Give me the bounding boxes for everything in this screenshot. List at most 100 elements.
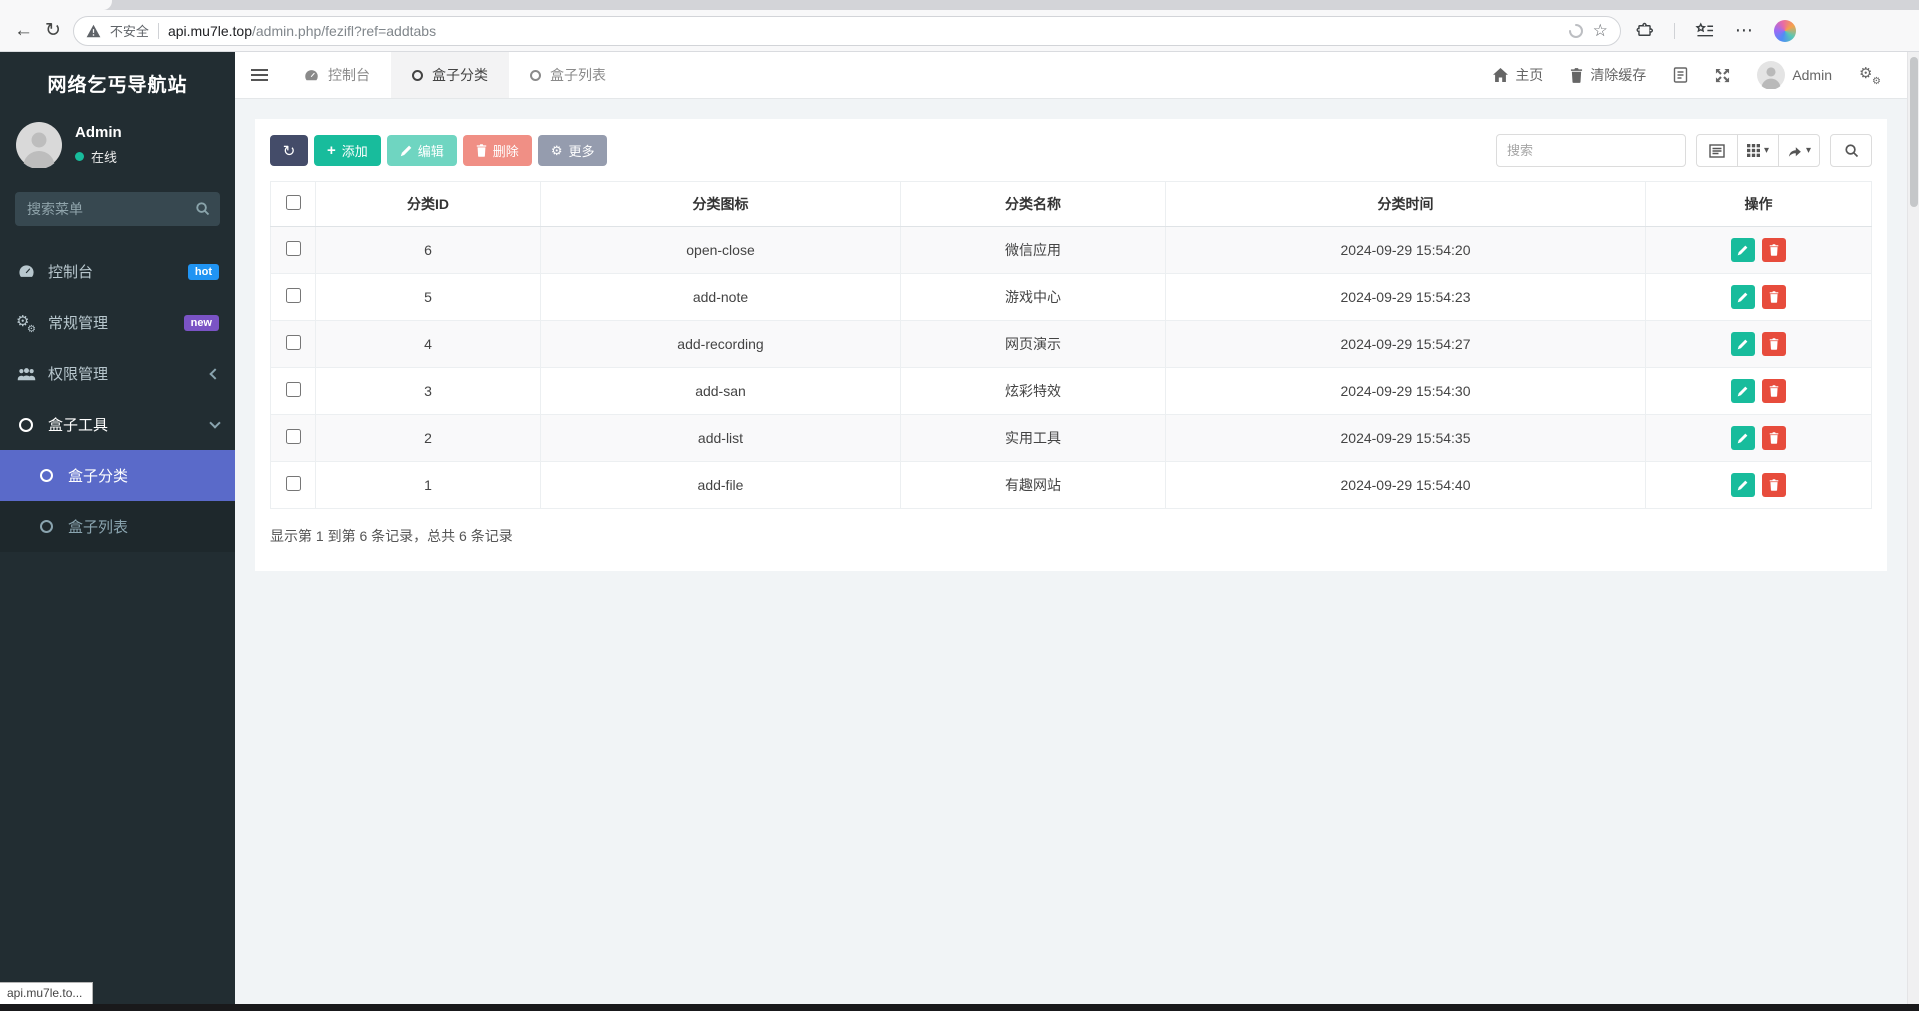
back-icon[interactable]: ← bbox=[14, 21, 33, 40]
row-delete-button[interactable] bbox=[1762, 285, 1786, 309]
more-button[interactable]: ⚙更多 bbox=[538, 135, 608, 166]
row-edit-button[interactable] bbox=[1731, 332, 1755, 356]
warning-icon bbox=[86, 24, 101, 38]
sidebar-item-auth[interactable]: 权限管理 bbox=[0, 348, 235, 399]
export-button[interactable]: ▾ bbox=[1778, 134, 1820, 167]
columns-button[interactable]: ▾ bbox=[1737, 134, 1779, 167]
row-edit-button[interactable] bbox=[1731, 473, 1755, 497]
cell-name: 有趣网站 bbox=[1005, 477, 1061, 493]
panel: ↻ +添加 编辑 删除 ⚙更多 ▾ ▾ bbox=[255, 119, 1887, 571]
clear-cache-label: 清除缓存 bbox=[1590, 65, 1646, 85]
language-doc-icon[interactable] bbox=[1673, 67, 1688, 83]
row-checkbox[interactable] bbox=[286, 335, 301, 350]
tab-box-category[interactable]: 盒子分类 bbox=[391, 52, 509, 98]
delete-label: 删除 bbox=[493, 141, 519, 160]
row-delete-button[interactable] bbox=[1762, 473, 1786, 497]
sidebar-item-dashboard[interactable]: 控制台 hot bbox=[0, 246, 235, 297]
security-label[interactable]: 不安全 bbox=[110, 21, 149, 40]
sidebar-item-box-list[interactable]: 盒子列表 bbox=[0, 501, 235, 552]
tab-box-list[interactable]: 盒子列表 bbox=[509, 52, 627, 98]
col-header-time: 分类时间 bbox=[1378, 196, 1434, 212]
trash-icon bbox=[1769, 385, 1779, 397]
home-icon bbox=[1493, 68, 1508, 82]
row-delete-button[interactable] bbox=[1762, 426, 1786, 450]
copilot-icon[interactable] bbox=[1774, 20, 1796, 42]
cell-name: 网页演示 bbox=[1005, 336, 1061, 352]
url-path: /admin.php/fezifl?ref=addtabs bbox=[252, 23, 436, 39]
clear-cache-link[interactable]: 清除缓存 bbox=[1570, 65, 1646, 85]
export-icon bbox=[1787, 144, 1802, 158]
sidebar-item-boxtools[interactable]: 盒子工具 bbox=[0, 399, 235, 450]
page-scrollbar[interactable] bbox=[1907, 52, 1919, 1004]
edit-label: 编辑 bbox=[418, 141, 444, 160]
main-area: 控制台 盒子分类 盒子列表 主页 清除缓存 bbox=[235, 52, 1907, 1004]
row-edit-button[interactable] bbox=[1731, 285, 1755, 309]
refresh-button[interactable]: ↻ bbox=[270, 135, 308, 166]
more-label: 更多 bbox=[568, 141, 594, 160]
sidebar-item-general[interactable]: ⚙⚙ 常规管理 new bbox=[0, 297, 235, 348]
user-panel: Admin 在线 bbox=[0, 114, 235, 184]
reload-icon[interactable]: ↻ bbox=[45, 21, 61, 40]
table-row: 3 add-san 炫彩特效 2024-09-29 15:54:30 bbox=[271, 368, 1872, 415]
sidebar-search bbox=[15, 192, 220, 226]
cell-id: 2 bbox=[424, 430, 432, 446]
row-edit-button[interactable] bbox=[1731, 379, 1755, 403]
row-delete-button[interactable] bbox=[1762, 332, 1786, 356]
circle-o-icon bbox=[36, 520, 56, 533]
dashboard-icon bbox=[304, 68, 319, 83]
settings-gears-icon[interactable]: ⚙⚙ bbox=[1859, 66, 1881, 84]
cell-time: 2024-09-29 15:54:20 bbox=[1341, 242, 1471, 258]
cell-icon: add-note bbox=[693, 289, 748, 305]
chevron-down-icon bbox=[209, 417, 220, 428]
address-bar[interactable]: 不安全 api.mu7le.top/admin.php/fezifl?ref=a… bbox=[73, 16, 1621, 46]
edit-button[interactable]: 编辑 bbox=[387, 135, 457, 166]
row-delete-button[interactable] bbox=[1762, 238, 1786, 262]
detail-view-button[interactable] bbox=[1696, 134, 1738, 167]
table-row: 6 open-close 微信应用 2024-09-29 15:54:20 bbox=[271, 227, 1872, 274]
select-all-checkbox[interactable] bbox=[286, 195, 301, 210]
tab-dashboard[interactable]: 控制台 bbox=[283, 52, 391, 98]
row-checkbox[interactable] bbox=[286, 476, 301, 491]
menu-search-input[interactable] bbox=[15, 192, 220, 226]
browser-menu-icon[interactable]: ⋯ bbox=[1735, 20, 1754, 41]
search-icon[interactable] bbox=[195, 201, 210, 216]
favorite-star-icon[interactable]: ☆ bbox=[1593, 22, 1608, 39]
caret-down-icon: ▾ bbox=[1764, 145, 1769, 156]
row-delete-button[interactable] bbox=[1762, 379, 1786, 403]
table-search-input[interactable] bbox=[1496, 134, 1686, 167]
browser-toolbar: ← ↻ 不安全 api.mu7le.top/admin.php/fezifl?r… bbox=[0, 10, 1919, 52]
row-edit-button[interactable] bbox=[1731, 426, 1755, 450]
url-text[interactable]: api.mu7le.top/admin.php/fezifl?ref=addta… bbox=[168, 23, 436, 39]
online-dot-icon bbox=[75, 152, 84, 161]
row-checkbox[interactable] bbox=[286, 382, 301, 397]
hot-badge: hot bbox=[188, 264, 219, 280]
cell-id: 1 bbox=[424, 477, 432, 493]
active-tab-curve bbox=[0, 0, 112, 10]
cell-time: 2024-09-29 15:54:30 bbox=[1341, 383, 1471, 399]
row-edit-button[interactable] bbox=[1731, 238, 1755, 262]
delete-button[interactable]: 删除 bbox=[463, 135, 532, 166]
cell-icon: add-list bbox=[698, 430, 743, 446]
favorites-bar-icon[interactable] bbox=[1695, 22, 1715, 39]
home-link[interactable]: 主页 bbox=[1493, 65, 1543, 85]
tracking-prevention-icon[interactable] bbox=[1568, 23, 1584, 39]
sidebar-item-box-category[interactable]: 盒子分类 bbox=[0, 450, 235, 501]
sidebar-toggle-icon[interactable] bbox=[235, 52, 283, 98]
sidebar: 网络乞丐导航站 Admin 在线 控制台 hot ⚙⚙ 常规管理 new 权限管… bbox=[0, 52, 235, 1004]
site-title: 网络乞丐导航站 bbox=[0, 52, 235, 114]
row-checkbox[interactable] bbox=[286, 241, 301, 256]
toolbar-right: ▾ ▾ bbox=[1496, 134, 1872, 167]
row-checkbox[interactable] bbox=[286, 288, 301, 303]
new-badge: new bbox=[184, 315, 219, 331]
add-button[interactable]: +添加 bbox=[314, 135, 381, 166]
search-button[interactable] bbox=[1830, 134, 1872, 167]
fullscreen-icon[interactable] bbox=[1715, 68, 1730, 83]
extensions-puzzle-icon[interactable] bbox=[1635, 21, 1654, 40]
trash-icon bbox=[1769, 479, 1779, 491]
cell-time: 2024-09-29 15:54:35 bbox=[1341, 430, 1471, 446]
user-menu[interactable]: Admin bbox=[1757, 61, 1832, 89]
sidebar-item-label: 盒子工具 bbox=[48, 414, 108, 435]
row-checkbox[interactable] bbox=[286, 429, 301, 444]
scrollbar-thumb[interactable] bbox=[1910, 57, 1918, 207]
trash-icon bbox=[1769, 244, 1779, 256]
